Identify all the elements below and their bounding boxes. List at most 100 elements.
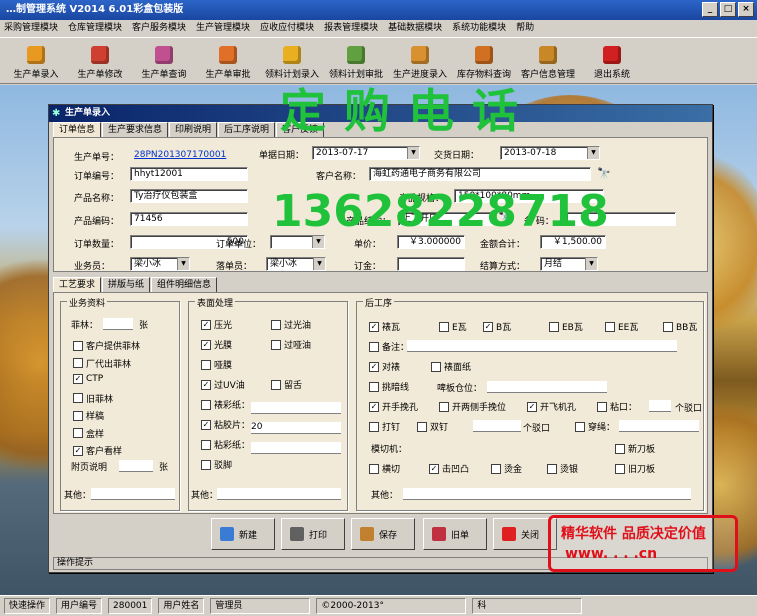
biz-checkbox[interactable]: 盒样 — [73, 427, 104, 440]
toolbar-button[interactable]: 生产单录入 — [4, 38, 68, 84]
flute-checkbox[interactable]: EE瓦 — [605, 320, 638, 333]
save-button[interactable]: 保存 — [351, 518, 415, 550]
knife-checkbox[interactable]: 新刀板 — [615, 442, 655, 455]
note-checkbox[interactable]: 备注： — [369, 340, 409, 353]
biz-checkbox[interactable]: 样稿 — [73, 409, 104, 422]
total-input[interactable]: ￥1,500.00 — [540, 235, 606, 249]
nail-checkbox[interactable]: 穿绳： — [575, 420, 615, 433]
customer-input[interactable]: 海虹药通电子商务有限公司 — [369, 167, 591, 181]
price-input[interactable]: ￥3.000000 — [397, 235, 465, 249]
menu-item[interactable]: 采购管理模块 — [4, 20, 58, 36]
nail-checkbox[interactable]: 打钉 — [369, 420, 400, 433]
tab-components[interactable]: 组件明细信息 — [151, 277, 218, 292]
menu-item[interactable]: 应收应付模块 — [260, 20, 314, 36]
mount-checkbox[interactable]: 裱面纸 — [431, 360, 471, 373]
tab-imposition[interactable]: 拼版与纸 — [102, 277, 151, 292]
order-no-input[interactable]: hhyt12001 — [130, 167, 248, 181]
flute-checkbox[interactable]: ✓ B瓦 — [483, 320, 511, 333]
flute-checkbox[interactable]: ✓ 裱瓦 — [369, 320, 400, 333]
customer-lookup-icon[interactable]: 🔭 — [597, 167, 611, 180]
tab-production-req[interactable]: 生产要求信息 — [102, 122, 169, 137]
flute-checkbox[interactable]: BB瓦 — [663, 320, 697, 333]
emboss-checkbox[interactable]: 烫金 — [491, 462, 522, 475]
hole-checkbox[interactable]: ✓ 开手挽孔 — [369, 400, 418, 413]
minimize-button[interactable]: _ — [702, 2, 718, 17]
payment-select[interactable]: 月结 ▼ — [540, 257, 598, 271]
hole-checkbox[interactable]: 粘口： — [597, 400, 637, 413]
biz-checkbox[interactable]: 厂代出菲林 — [73, 357, 131, 370]
biz-checkbox[interactable]: ✓ CTP — [73, 374, 103, 384]
close-window-button[interactable]: × — [738, 2, 754, 17]
surface-checkbox[interactable]: 过光油 — [271, 318, 311, 331]
product-code-input[interactable]: 71456 — [130, 212, 248, 226]
hole-checkbox[interactable]: 开两侧手挽位 — [439, 400, 506, 413]
menu-item[interactable]: 帮助 — [516, 20, 534, 36]
toolbar-button[interactable]: 客户信息管理 — [516, 38, 580, 84]
film-count-input[interactable] — [103, 318, 133, 330]
structure-lookup-icon[interactable]: 🔭 — [498, 211, 512, 224]
knife-checkbox[interactable]: 旧刀板 — [615, 462, 655, 475]
surface-checkbox[interactable]: ✓ 压光 — [201, 318, 232, 331]
maximize-button[interactable]: □ — [720, 2, 736, 17]
toolbar-button[interactable]: 退出系统 — [580, 38, 644, 84]
page-note-input[interactable] — [119, 460, 153, 472]
menu-item[interactable]: 报表管理模块 — [324, 20, 378, 36]
spec-input[interactable]: 150*100*80mm — [454, 189, 604, 203]
surface-other-input[interactable] — [217, 488, 341, 500]
surface-checkbox[interactable]: 哑膜 — [201, 358, 232, 371]
mount-checkbox[interactable]: ✓ 对裱 — [369, 360, 400, 373]
flute-checkbox[interactable]: E瓦 — [439, 320, 467, 333]
tab-craft-req[interactable]: 工艺要求 — [53, 277, 102, 293]
rope-input[interactable] — [619, 420, 699, 432]
paste-paper-input[interactable] — [251, 442, 341, 454]
nail-checkbox[interactable]: 双钉 — [417, 420, 448, 433]
surface-checkbox[interactable]: ✓ 粘胶片： — [201, 418, 250, 431]
menu-item[interactable]: 客户服务模块 — [132, 20, 186, 36]
deliver-date-picker[interactable]: 2013-07-18 ▼ — [500, 146, 600, 160]
surface-checkbox[interactable]: ✓ 过UV油 — [201, 378, 245, 391]
product-name-input[interactable]: Ty治疗仪包装盒 — [130, 189, 248, 203]
glue-film-input[interactable]: 20 — [251, 422, 341, 434]
emboss-checkbox[interactable]: ✓ 击凹凸 — [429, 462, 469, 475]
mount-paper-input[interactable] — [251, 402, 341, 414]
menu-item[interactable]: 系统功能模块 — [452, 20, 506, 36]
clerk-select[interactable]: 梁小冰 ▼ — [266, 257, 326, 271]
emboss-checkbox[interactable]: 横切 — [369, 462, 400, 475]
biz-checkbox[interactable]: 旧菲林 — [73, 392, 113, 405]
barcode-input[interactable] — [566, 212, 676, 226]
nail-count-input[interactable] — [473, 420, 521, 432]
structure-input[interactable]: 上下开口 — [398, 212, 493, 226]
toolbar-button[interactable]: 生产进度录入 — [388, 38, 452, 84]
toolbar-button[interactable]: 库存物料查询 — [452, 38, 516, 84]
menu-item[interactable]: 生产管理模块 — [196, 20, 250, 36]
tab-customer-feedback[interactable]: 客户反馈 — [276, 122, 325, 137]
emboss-checkbox[interactable]: 烫银 — [547, 462, 578, 475]
dark-line-checkbox[interactable]: 挑暗线 — [369, 380, 409, 393]
glue-count-input[interactable] — [649, 400, 671, 412]
note-input[interactable] — [407, 340, 677, 352]
surface-checkbox[interactable]: 留舌 — [271, 378, 302, 391]
biz-checkbox[interactable]: 客户提供菲林 — [73, 339, 140, 352]
surface-checkbox[interactable]: 过哑油 — [271, 338, 311, 351]
deposit-input[interactable] — [397, 257, 465, 271]
biz-other-input[interactable] — [91, 488, 175, 500]
menu-item[interactable]: 仓库管理模块 — [68, 20, 122, 36]
toolbar-button[interactable]: 领料计划录入 — [260, 38, 324, 84]
flute-checkbox[interactable]: EB瓦 — [549, 320, 583, 333]
toolbar-button[interactable]: 生产单查询 — [132, 38, 196, 84]
toolbar-button[interactable]: 生产单修改 — [68, 38, 132, 84]
surface-checkbox[interactable]: 粘彩纸： — [201, 438, 250, 451]
post-other-input[interactable] — [403, 488, 691, 500]
surface-checkbox[interactable]: ✓ 光膜 — [201, 338, 232, 351]
surface-checkbox[interactable]: 裱彩纸： — [201, 398, 250, 411]
tab-order-info[interactable]: 订单信息 — [53, 122, 102, 138]
hole-checkbox[interactable]: ✓ 开飞机孔 — [527, 400, 576, 413]
tab-post-process[interactable]: 后工序说明 — [218, 122, 276, 137]
tab-print-notes[interactable]: 印刷说明 — [169, 122, 218, 137]
quick-action[interactable]: 快速操作 — [4, 598, 51, 614]
printer-button[interactable]: 打印 — [281, 518, 345, 550]
unit-select[interactable]: ▼ — [270, 235, 325, 249]
menu-item[interactable]: 基础数据模块 — [388, 20, 442, 36]
toolbar-button[interactable]: 领料计划审批 — [324, 38, 388, 84]
die-position-input[interactable] — [487, 381, 607, 393]
